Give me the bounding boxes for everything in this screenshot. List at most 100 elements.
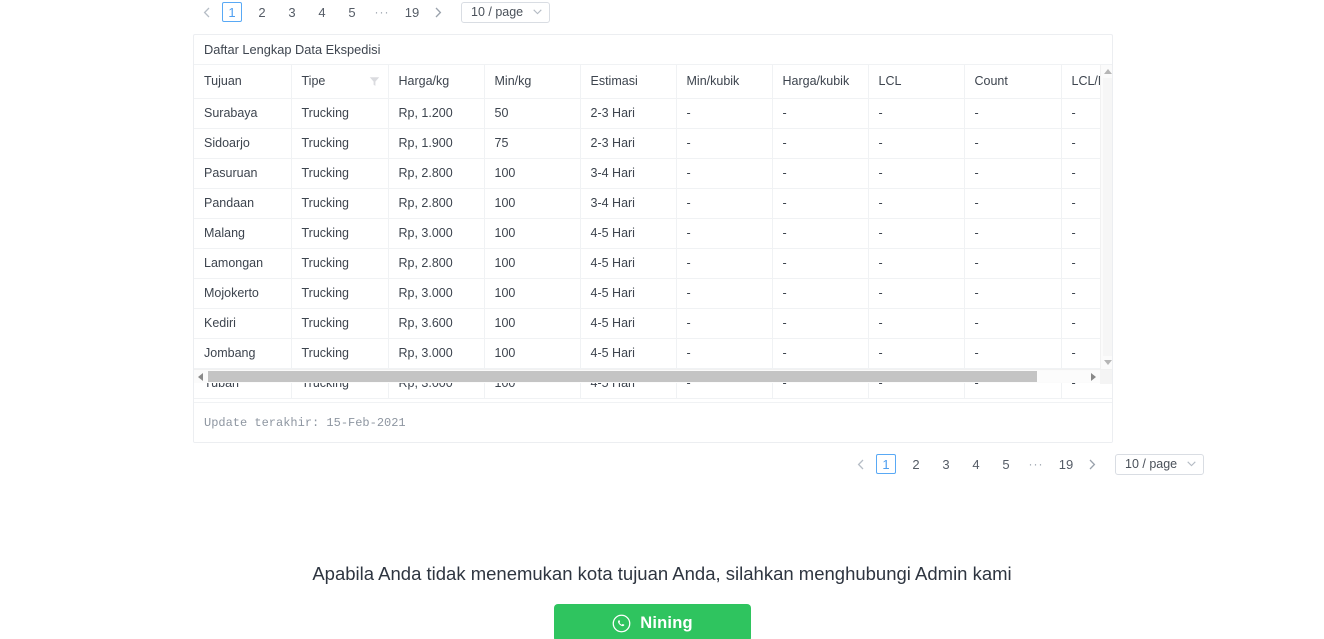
column-header-count[interactable]: Count <box>964 65 1061 98</box>
scroll-left-button[interactable] <box>194 370 207 383</box>
pagination-top: 1 2 3 4 5 ··· 19 10 / page <box>195 1 550 23</box>
cell-tujuan: Lamongan <box>194 248 291 278</box>
table-vertical-scrollbar[interactable] <box>1100 65 1113 369</box>
cell-harga_kubik: - <box>772 218 868 248</box>
pagination-page-last[interactable]: 19 <box>402 2 422 22</box>
cell-harga_kg: Rp, 2.800 <box>388 248 484 278</box>
cell-tipe: Trucking <box>291 98 388 128</box>
pagination-next-button-bottom[interactable] <box>1081 453 1103 475</box>
cell-harga_kubik: - <box>772 98 868 128</box>
pagination-page-4-bottom[interactable]: 4 <box>966 454 986 474</box>
cell-lcl: - <box>868 338 964 368</box>
column-header-lcl[interactable]: LCL <box>868 65 964 98</box>
column-header-harga-kubik[interactable]: Harga/kubik <box>772 65 868 98</box>
cell-min_kubik: - <box>676 98 772 128</box>
cell-lcl: - <box>868 128 964 158</box>
cell-harga_kg: Rp, 3.600 <box>388 308 484 338</box>
table-scroll-container[interactable]: Tujuan Tipe Harga/kg <box>194 65 1113 403</box>
table-row[interactable]: PandaanTruckingRp, 2.8001003-4 Hari----- <box>194 188 1113 218</box>
last-update-stamp: Update terakhir: 15-Feb-2021 <box>204 416 406 430</box>
cell-min_kg: 100 <box>484 338 580 368</box>
cell-estimasi: 4-5 Hari <box>580 278 676 308</box>
cell-tujuan: Sidoarjo <box>194 128 291 158</box>
cell-harga_kg: Rp, 1.200 <box>388 98 484 128</box>
page-size-label: 10 / page <box>1125 457 1177 471</box>
table-row[interactable]: JombangTruckingRp, 3.0001004-5 Hari----- <box>194 338 1113 368</box>
cell-tujuan: Malang <box>194 218 291 248</box>
filter-funnel-icon[interactable] <box>369 76 380 87</box>
pagination-prev-button[interactable] <box>195 1 217 23</box>
cell-tujuan: Jombang <box>194 338 291 368</box>
cell-harga_kubik: - <box>772 128 868 158</box>
pagination-page-3-bottom[interactable]: 3 <box>936 454 956 474</box>
cell-min_kubik: - <box>676 188 772 218</box>
cell-harga_kubik: - <box>772 188 868 218</box>
table-row[interactable]: MojokertoTruckingRp, 3.0001004-5 Hari---… <box>194 278 1113 308</box>
cell-min_kubik: - <box>676 248 772 278</box>
page-size-select-top[interactable]: 10 / page <box>461 2 550 23</box>
vertical-scrollbar-track[interactable] <box>1103 78 1113 356</box>
triangle-up-icon <box>1104 69 1112 74</box>
scroll-right-button[interactable] <box>1087 370 1100 383</box>
table-row[interactable]: SidoarjoTruckingRp, 1.900752-3 Hari----- <box>194 128 1113 158</box>
table-row[interactable]: PasuruanTruckingRp, 2.8001003-4 Hari----… <box>194 158 1113 188</box>
cell-harga_kubik: - <box>772 158 868 188</box>
cell-harga_kg: Rp, 3.000 <box>388 218 484 248</box>
whatsapp-icon <box>612 614 631 633</box>
page-size-label: 10 / page <box>471 5 523 19</box>
table-header: Tujuan Tipe Harga/kg <box>194 65 1113 98</box>
cell-lcl: - <box>868 278 964 308</box>
column-header-tipe[interactable]: Tipe <box>291 65 388 98</box>
pagination-page-1[interactable]: 1 <box>222 2 242 22</box>
cell-count: - <box>964 308 1061 338</box>
chevron-down-icon <box>1187 461 1196 467</box>
table-horizontal-scrollbar[interactable] <box>194 369 1113 383</box>
scrollbar-corner <box>1100 370 1113 384</box>
column-header-min-kubik[interactable]: Min/kubik <box>676 65 772 98</box>
pagination-page-1-bottom[interactable]: 1 <box>876 454 896 474</box>
table-row[interactable]: SurabayaTruckingRp, 1.200502-3 Hari----- <box>194 98 1113 128</box>
cell-min_kubik: - <box>676 278 772 308</box>
cell-tujuan: Pandaan <box>194 188 291 218</box>
cell-min_kubik: - <box>676 158 772 188</box>
page-size-select-bottom[interactable]: 10 / page <box>1115 454 1204 475</box>
cell-tujuan: Mojokerto <box>194 278 291 308</box>
chevron-right-icon <box>1089 459 1096 470</box>
column-header-estimasi[interactable]: Estimasi <box>580 65 676 98</box>
triangle-right-icon <box>1091 373 1096 381</box>
pagination-page-3[interactable]: 3 <box>282 2 302 22</box>
pagination-page-5[interactable]: 5 <box>342 2 362 22</box>
whatsapp-contact-button[interactable]: Nining <box>554 604 751 639</box>
pagination-ellipsis[interactable]: ··· <box>371 5 393 19</box>
cell-estimasi: 3-4 Hari <box>580 158 676 188</box>
cell-tipe: Trucking <box>291 278 388 308</box>
horizontal-scrollbar-thumb[interactable] <box>208 371 1037 382</box>
pagination-page-5-bottom[interactable]: 5 <box>996 454 1016 474</box>
whatsapp-button-label: Nining <box>640 614 693 633</box>
pagination-page-2[interactable]: 2 <box>252 2 272 22</box>
pagination-ellipsis-bottom[interactable]: ··· <box>1025 457 1047 471</box>
scroll-up-button[interactable] <box>1101 65 1113 78</box>
cell-min_kubik: - <box>676 128 772 158</box>
cell-estimasi: 4-5 Hari <box>580 248 676 278</box>
pagination-prev-button-bottom[interactable] <box>849 453 871 475</box>
pagination-page-4[interactable]: 4 <box>312 2 332 22</box>
column-header-tujuan[interactable]: Tujuan <box>194 65 291 98</box>
pagination-next-button[interactable] <box>427 1 449 23</box>
table-row[interactable]: KediriTruckingRp, 3.6001004-5 Hari----- <box>194 308 1113 338</box>
column-label: Count <box>975 74 1008 88</box>
cell-tipe: Trucking <box>291 218 388 248</box>
scroll-down-button[interactable] <box>1101 356 1113 369</box>
column-header-min-kg[interactable]: Min/kg <box>484 65 580 98</box>
table-header-row: Tujuan Tipe Harga/kg <box>194 65 1113 98</box>
cell-min_kg: 50 <box>484 98 580 128</box>
pagination-page-last-bottom[interactable]: 19 <box>1056 454 1076 474</box>
table-row[interactable]: MalangTruckingRp, 3.0001004-5 Hari----- <box>194 218 1113 248</box>
cell-min_kubik: - <box>676 338 772 368</box>
cell-min_kg: 100 <box>484 308 580 338</box>
cell-harga_kubik: - <box>772 278 868 308</box>
column-header-harga-kg[interactable]: Harga/kg <box>388 65 484 98</box>
pagination-page-2-bottom[interactable]: 2 <box>906 454 926 474</box>
cell-lcl: - <box>868 248 964 278</box>
table-row[interactable]: LamonganTruckingRp, 2.8001004-5 Hari----… <box>194 248 1113 278</box>
